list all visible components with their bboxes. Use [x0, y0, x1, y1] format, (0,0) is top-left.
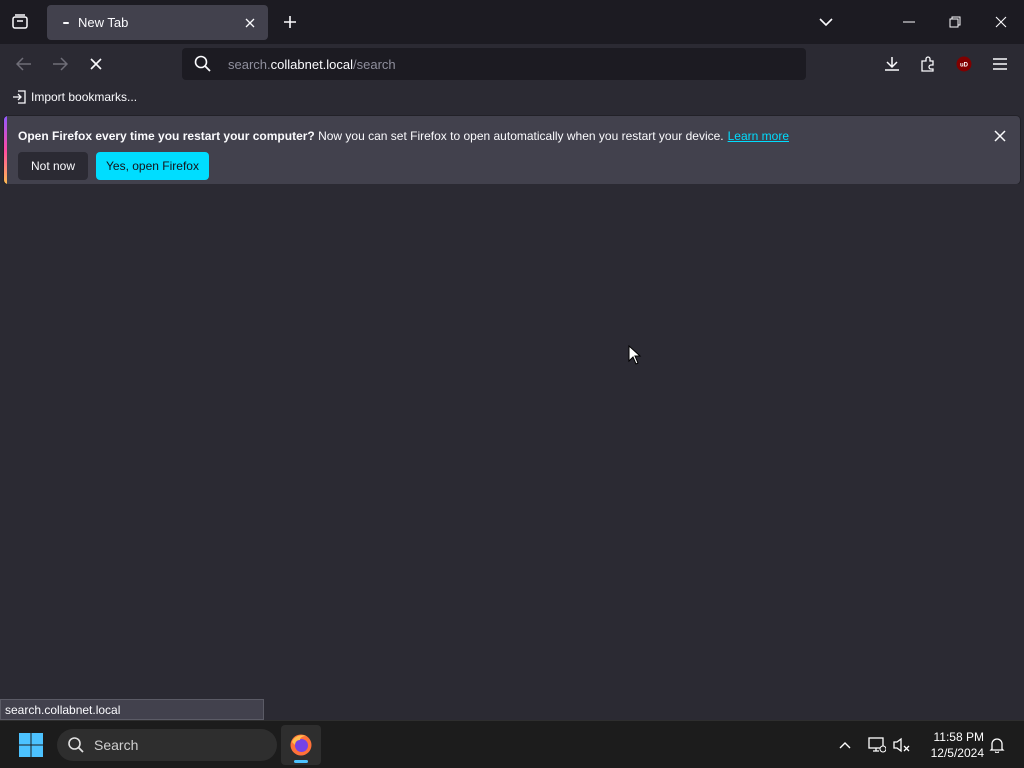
- default-browser-notification: Open Firefox every time you restart your…: [4, 116, 1020, 184]
- close-icon: [995, 16, 1007, 28]
- tab-title: New Tab: [78, 15, 129, 30]
- system-clock[interactable]: 11:58 PM 12/5/2024: [918, 729, 984, 761]
- learn-more-link[interactable]: Learn more: [728, 129, 789, 143]
- clock-time: 11:58 PM: [933, 730, 984, 744]
- url-bar[interactable]: search.collabnet.local/search: [182, 48, 806, 80]
- forward-button[interactable]: [46, 50, 74, 78]
- show-hidden-icons-button[interactable]: [833, 733, 857, 757]
- minimize-button[interactable]: [886, 0, 932, 44]
- active-app-indicator: [294, 760, 308, 763]
- window-close-button[interactable]: [978, 0, 1024, 44]
- minimize-icon: [903, 21, 915, 23]
- extensions-button[interactable]: [914, 50, 942, 78]
- download-icon: [885, 57, 899, 71]
- hamburger-menu-icon: [993, 58, 1007, 70]
- url-prefix: search.: [228, 57, 271, 72]
- mouse-pointer-icon: [628, 345, 642, 365]
- ublock-extension-button[interactable]: uD: [950, 50, 978, 78]
- notification-text: Now you can set Firefox to open automati…: [314, 129, 724, 143]
- bell-icon: [989, 738, 1005, 753]
- title-bar: New Tab: [0, 0, 1024, 44]
- arrow-right-icon: [53, 57, 68, 71]
- notification-accent: [4, 116, 7, 184]
- back-button[interactable]: [10, 50, 38, 78]
- taskbar-firefox[interactable]: [281, 725, 321, 765]
- url-path: /search: [353, 57, 396, 72]
- stop-button[interactable]: [82, 50, 110, 78]
- arrow-left-icon: [16, 57, 31, 71]
- tab-new-tab[interactable]: New Tab: [47, 5, 268, 40]
- start-button[interactable]: [18, 732, 46, 760]
- page-content[interactable]: [0, 184, 1024, 720]
- volume-tray-button[interactable]: [890, 733, 914, 757]
- close-icon: [245, 18, 255, 28]
- stop-icon: [90, 58, 102, 70]
- search-icon: [194, 55, 211, 72]
- yes-open-firefox-button[interactable]: Yes, open Firefox: [96, 152, 209, 180]
- notification-close-button[interactable]: [990, 126, 1010, 146]
- url-text[interactable]: search.collabnet.local/search: [228, 57, 396, 72]
- close-icon: [994, 130, 1006, 142]
- tab-manager-icon: [12, 14, 28, 29]
- loading-icon: [63, 21, 69, 24]
- restore-icon: [949, 16, 961, 28]
- tab-close-button[interactable]: [240, 13, 260, 33]
- volume-muted-icon: [893, 737, 910, 753]
- notification-message: Open Firefox every time you restart your…: [18, 129, 789, 143]
- clock-date: 12/5/2024: [930, 746, 984, 760]
- plus-icon: [284, 16, 296, 28]
- network-tray-button[interactable]: [865, 733, 889, 757]
- search-icon: [68, 737, 84, 753]
- puzzle-icon: [921, 56, 934, 72]
- app-menu-button[interactable]: [986, 50, 1014, 78]
- notifications-button[interactable]: [985, 733, 1009, 757]
- chevron-down-icon: [819, 18, 833, 27]
- import-bookmarks-label: Import bookmarks...: [31, 90, 138, 104]
- windows-logo-icon: [19, 733, 43, 757]
- bookmarks-toolbar: Import bookmarks...: [0, 84, 1024, 114]
- list-all-tabs-button[interactable]: [803, 0, 849, 44]
- restore-button[interactable]: [932, 0, 978, 44]
- taskbar-search[interactable]: Search: [57, 729, 277, 761]
- url-host: collabnet.local: [270, 57, 354, 72]
- ublock-shield-icon: uD: [956, 56, 972, 72]
- tab-overview-button[interactable]: [6, 8, 34, 36]
- new-tab-button[interactable]: [277, 8, 303, 36]
- import-icon: [13, 90, 26, 104]
- taskbar-search-label: Search: [94, 737, 139, 753]
- notification-title: Open Firefox every time you restart your…: [18, 129, 315, 143]
- chevron-up-icon: [839, 742, 851, 749]
- status-panel: search.collabnet.local: [0, 699, 264, 720]
- firefox-icon: [290, 734, 312, 756]
- import-bookmarks-button[interactable]: Import bookmarks...: [12, 90, 137, 104]
- taskbar: Search 11:58 PM 12/5/2024: [0, 720, 1024, 768]
- network-disconnected-icon: [868, 737, 886, 753]
- downloads-button[interactable]: [878, 50, 906, 78]
- not-now-button[interactable]: Not now: [18, 152, 88, 180]
- extension-badge: uD: [960, 63, 969, 69]
